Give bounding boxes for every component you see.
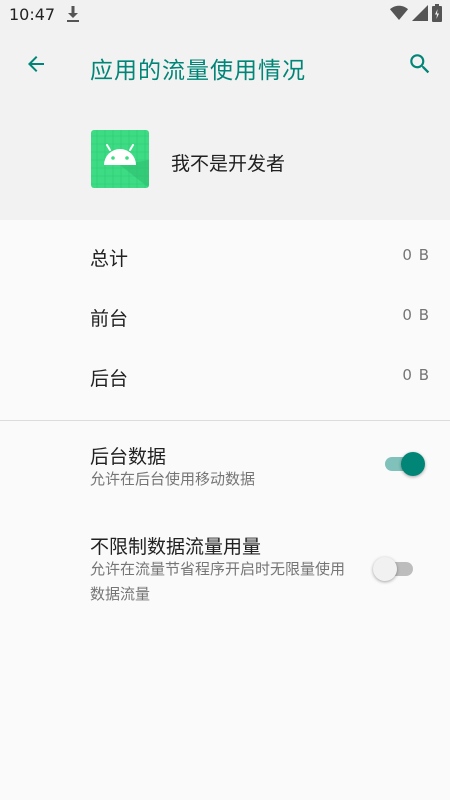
- battery-icon: [432, 4, 442, 26]
- unrestricted-data-toggle[interactable]: [373, 555, 419, 581]
- wifi-icon: [390, 5, 408, 25]
- pref-summary: 允许在后台使用移动数据: [90, 470, 256, 488]
- page-title: 应用的流量使用情况: [90, 58, 306, 84]
- background-data-toggle[interactable]: [381, 450, 427, 476]
- pref-title: 后台数据: [90, 446, 167, 468]
- arrow-back-icon: [24, 52, 48, 80]
- back-button[interactable]: [16, 46, 56, 86]
- usage-row-foreground: 前台 0 B: [0, 284, 450, 344]
- status-bar: 10:47: [0, 0, 450, 30]
- usage-value: 0 B: [402, 306, 430, 324]
- usage-value: 0 B: [402, 366, 430, 384]
- usage-label: 总计: [90, 248, 129, 270]
- toolbar: 应用的流量使用情况: [0, 30, 450, 102]
- usage-row-background: 后台 0 B: [0, 344, 450, 404]
- signal-icon: [412, 5, 428, 25]
- search-button[interactable]: [400, 46, 440, 86]
- status-icons: [390, 4, 442, 26]
- usage-value: 0 B: [402, 246, 430, 264]
- app-name: 我不是开发者: [171, 153, 286, 175]
- usage-label: 前台: [90, 308, 129, 330]
- usage-row-total: 总计 0 B: [0, 224, 450, 284]
- pref-background-data[interactable]: 后台数据 允许在后台使用移动数据: [0, 430, 450, 510]
- app-header: 我不是开发者: [0, 102, 450, 220]
- android-robot-icon: [91, 130, 149, 188]
- search-icon: [407, 51, 433, 81]
- status-time: 10:47: [9, 5, 56, 24]
- download-icon: [66, 6, 80, 26]
- pref-unrestricted-data[interactable]: 不限制数据流量用量 允许在流量节省程序开启时无限量使用数据流量: [0, 522, 450, 614]
- usage-label: 后台: [90, 368, 129, 390]
- pref-summary: 允许在流量节省程序开启时无限量使用数据流量: [90, 560, 346, 603]
- pref-title: 不限制数据流量用量: [90, 536, 262, 558]
- divider: [0, 420, 450, 421]
